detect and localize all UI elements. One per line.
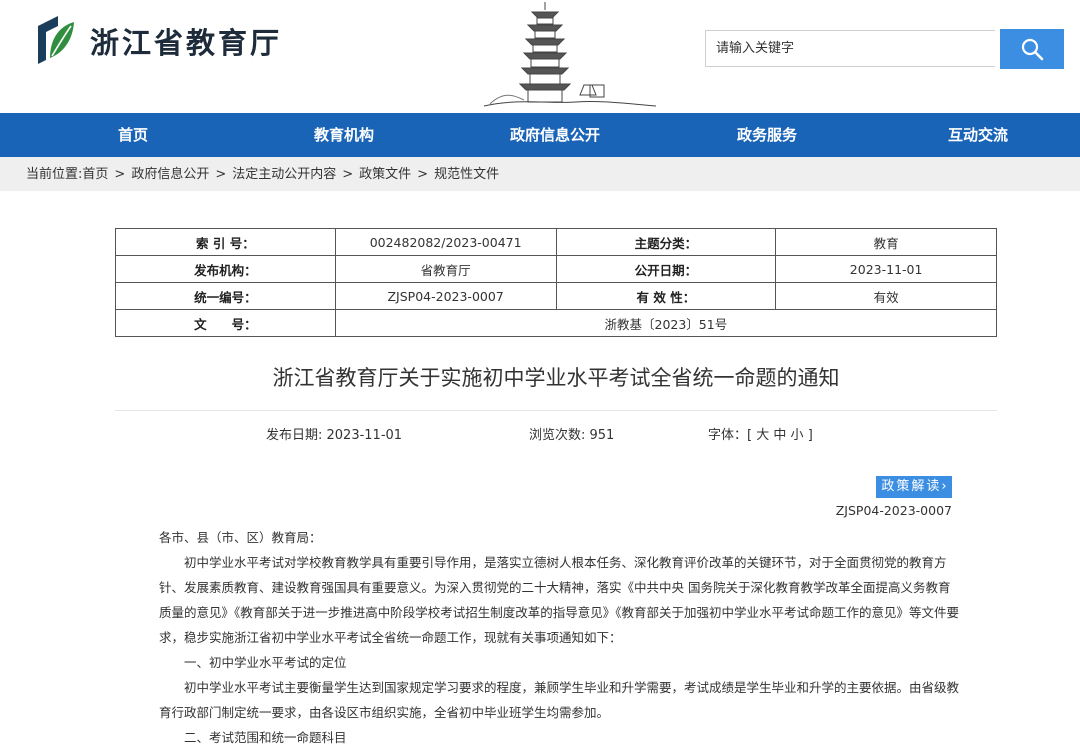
table-row: 统一编号： ZJSP04-2023-0007 有 效 性： 有效 [115, 282, 997, 310]
section-heading: 二、考试范围和统一命题科目 [184, 730, 347, 745]
site-logo[interactable]: 浙江省教育厅 [36, 12, 282, 70]
breadcrumb-separator: > [215, 167, 227, 182]
pagoda-illustration [483, 2, 657, 107]
nav-institutions[interactable]: 教育机构 [314, 113, 374, 157]
font-medium-button[interactable]: 中 [773, 428, 786, 443]
index-value: 002482082/2023-00471 [334, 228, 557, 256]
body-paragraph: 初中学业水平考试对学校教育教学具有重要引导作用，是落实立德树人根本任务、深化教育… [159, 555, 960, 645]
date-value: 2023-11-01 [775, 255, 997, 283]
nav-services[interactable]: 政务服务 [737, 113, 797, 157]
search-input[interactable] [705, 30, 995, 67]
validity-label: 有 效 性： [555, 282, 777, 310]
policy-interpretation-button[interactable]: 政策解读› [876, 476, 952, 498]
body-paragraph: 初中学业水平考试主要衡量学生达到国家规定学习要求的程度，兼顾学生毕业和升学需要，… [159, 680, 960, 720]
search-icon [1021, 38, 1044, 61]
breadcrumb: 当前位置:首页 > 政府信息公开 > 法定主动公开内容 > 政策文件 > 规范性文件 [26, 157, 499, 193]
font-small-button[interactable]: 小 [791, 428, 804, 443]
section-heading: 一、初中学业水平考试的定位 [184, 655, 347, 670]
table-row: 索 引 号： 002482082/2023-00471 主题分类： 教育 [115, 228, 997, 256]
docno-label: 文 号： [115, 309, 336, 337]
index-label: 索 引 号： [115, 228, 336, 256]
policy-button-label: 政策解读 [881, 479, 942, 494]
font-size-close: ] [807, 428, 813, 443]
document-code: ZJSP04-2023-0007 [835, 503, 952, 518]
serial-value: ZJSP04-2023-0007 [334, 282, 557, 310]
serial-label: 统一编号： [115, 282, 336, 310]
date-label: 公开日期： [555, 255, 777, 283]
breadcrumb-separator: > [342, 167, 354, 182]
breadcrumb-item-gov-info[interactable]: 政府信息公开 [131, 167, 209, 182]
validity-value: 有效 [775, 282, 997, 310]
breadcrumb-separator: > [114, 167, 126, 182]
chevron-right-icon: › [941, 479, 947, 494]
breadcrumb-item-normative[interactable]: 规范性文件 [434, 167, 499, 182]
font-large-button[interactable]: 大 [756, 428, 769, 443]
table-row: 发布机构： 省教育厅 公开日期： 2023-11-01 [115, 255, 997, 283]
breadcrumb-item-policy[interactable]: 政策文件 [359, 167, 411, 182]
font-size-control: 字体：[ 大 中 小 ] [708, 424, 813, 443]
site-name: 浙江省教育厅 [90, 26, 283, 60]
search-button[interactable] [1000, 29, 1064, 69]
breadcrumb-separator: > [417, 167, 429, 182]
table-row: 文 号： 浙教基〔2023〕51号 [115, 309, 998, 337]
topic-value: 教育 [775, 228, 997, 256]
publisher-label: 发布机构： [115, 255, 336, 283]
document-meta-table: 索 引 号： 002482082/2023-00471 主题分类： 教育 发布机… [115, 228, 998, 337]
topic-label: 主题分类： [555, 228, 777, 256]
site-header: 浙江省教育厅 [0, 0, 1080, 113]
publish-date: 发布日期: 2023-11-01 [266, 428, 403, 443]
page-title: 浙江省教育厅关于实施初中学业水平考试全省统一命题的通知 [272, 366, 840, 390]
publisher-value: 省教育厅 [334, 255, 557, 283]
leaf-logo-icon [38, 16, 74, 64]
article-body: 各市、县（市、区）教育局： 初中学业水平考试对学校教育教学具有重要引导作用，是落… [159, 525, 959, 750]
nav-home[interactable]: 首页 [118, 113, 148, 157]
breadcrumb-item-home[interactable]: 首页 [82, 167, 108, 182]
breadcrumb-item-statutory[interactable]: 法定主动公开内容 [232, 167, 336, 182]
nav-interaction[interactable]: 互动交流 [948, 113, 1008, 157]
breadcrumb-prefix: 当前位置: [26, 167, 83, 182]
docno-value: 浙教基〔2023〕51号 [334, 309, 998, 337]
breadcrumb-bar: 当前位置:首页 > 政府信息公开 > 法定主动公开内容 > 政策文件 > 规范性文件 [0, 157, 1080, 191]
main-nav: 首页 教育机构 政府信息公开 政务服务 互动交流 [0, 113, 1080, 157]
salutation: 各市、县（市、区）教育局： [159, 530, 322, 545]
nav-gov-info[interactable]: 政府信息公开 [510, 113, 600, 157]
title-divider [115, 410, 997, 411]
view-count: 浏览次数: 951 [529, 428, 615, 443]
font-size-label: 字体：[ [708, 428, 753, 443]
